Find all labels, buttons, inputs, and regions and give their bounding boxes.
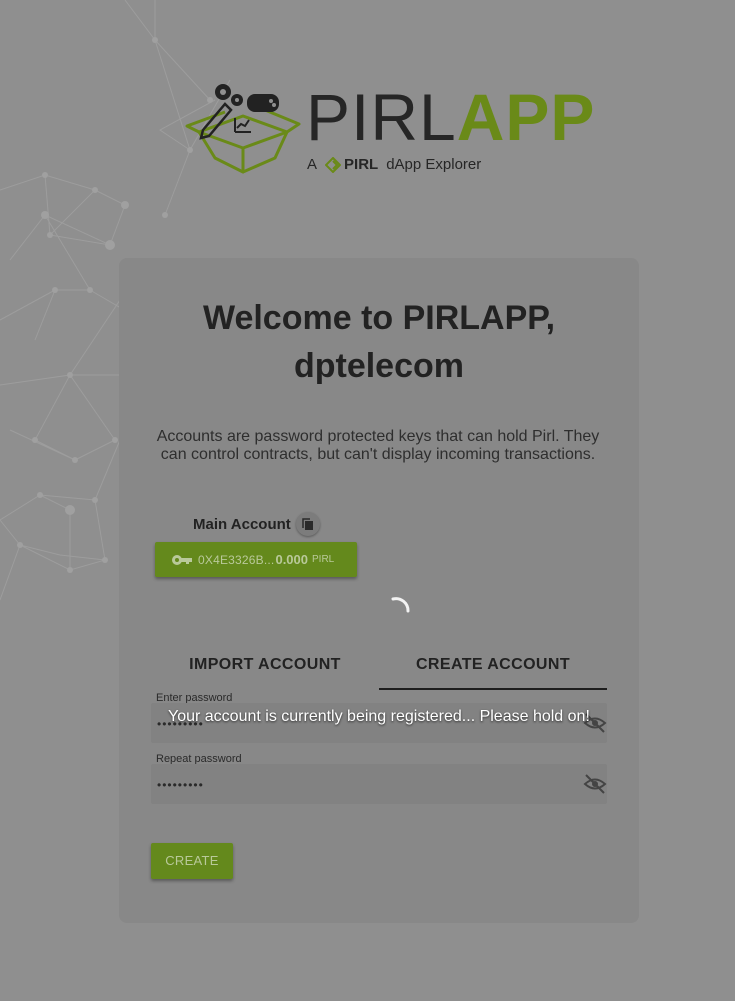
welcome-title-line1: Welcome to PIRLAPP, xyxy=(202,299,556,337)
logo-box-icon xyxy=(185,84,301,174)
repeat-password-value: ••••••••• xyxy=(157,778,204,792)
loading-spinner-icon xyxy=(391,597,410,613)
tagline-brand-text: PIRL xyxy=(344,156,379,173)
account-balance-unit: PIRL xyxy=(312,554,335,565)
welcome-title-line2: dptelecom xyxy=(293,347,465,385)
logo-wordmark: PIRLAPP xyxy=(306,84,595,150)
tagline-brand: PIRL xyxy=(325,156,378,173)
logo-word-app: APP xyxy=(456,80,596,154)
main-account-label: Main Account xyxy=(193,516,291,533)
tagline-prefix: A xyxy=(307,156,318,173)
main-account-chip[interactable]: 0X4E3326B... 0.000 PIRL xyxy=(155,542,357,577)
logo-word-pirl: PIRL xyxy=(306,80,457,154)
tab-import-account[interactable]: IMPORT ACCOUNT xyxy=(151,645,379,689)
tab-create-account[interactable]: CREATE ACCOUNT xyxy=(379,645,607,690)
registration-toast: Your account is currently being register… xyxy=(168,708,590,725)
account-address: 0X4E3326B... xyxy=(198,552,275,567)
repeat-password-input[interactable]: ••••••••• xyxy=(151,764,607,804)
pirlapp-logo: PIRLAPP A PIRL dApp Explorer xyxy=(185,80,594,180)
intro-text: Accounts are password protected keys tha… xyxy=(156,428,600,463)
copy-icon xyxy=(302,517,313,530)
key-icon xyxy=(172,554,192,565)
logo-tagline: A PIRL dApp Explorer xyxy=(307,156,481,173)
tagline-suffix: dApp Explorer xyxy=(386,156,482,173)
eye-off-icon[interactable] xyxy=(583,772,607,796)
copy-address-button[interactable] xyxy=(296,512,320,536)
account-balance: 0.000 xyxy=(275,552,309,567)
pirl-mark-icon xyxy=(325,156,342,173)
create-button[interactable]: CREATE xyxy=(151,843,233,879)
